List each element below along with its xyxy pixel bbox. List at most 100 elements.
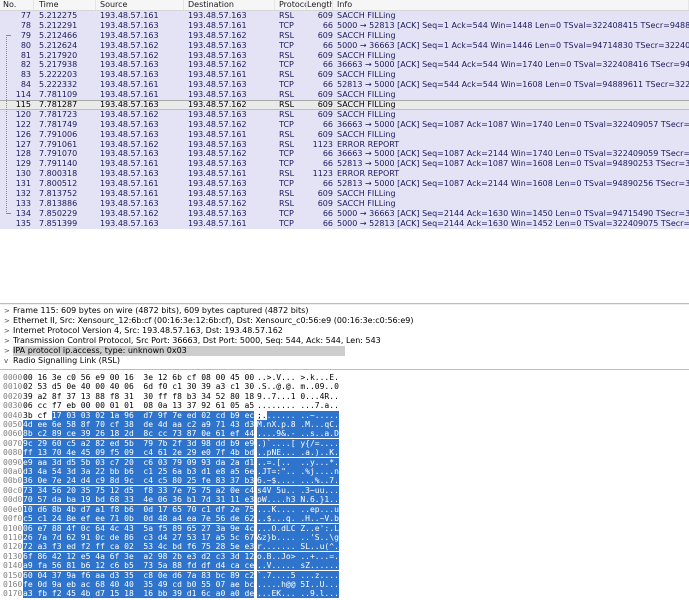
hex-bytes[interactable]: 00 16 3e c0 56 e9 00 16 3e 12 6b cf 08 0…: [23, 373, 254, 382]
hex-ascii[interactable]: o.B..Jo> ..+...=.: [257, 552, 339, 561]
hex-dump-pane[interactable]: 000000 16 3e c0 56 e9 00 16 3e 12 6b cf …: [0, 373, 689, 600]
hex-bytes[interactable]: 8b c2 89 ce 39 26 18 2d 8c cc 73 87 0e 6…: [23, 429, 254, 438]
detail-row[interactable]: >Internet Protocol Version 4, Src: 193.4…: [0, 326, 689, 336]
packet-row[interactable]: 1307.800318193.48.57.163193.48.57.161RSL…: [0, 169, 689, 179]
hex-row[interactable]: 010006 e7 88 4f 0c 64 4c 43 5a f5 89 65 …: [0, 524, 689, 533]
hex-ascii[interactable]: `.7....5 ...z....: [257, 571, 339, 580]
packet-row[interactable]: 1287.791070193.48.57.163193.48.57.162TCP…: [0, 149, 689, 159]
hex-bytes[interactable]: 3b cf 17 03 03 02 1a 96 d7 9f 7e ed 02 c…: [23, 411, 254, 420]
hex-ascii[interactable]: M.nX.p.8 .M...qC.: [257, 420, 339, 429]
hex-row[interactable]: 00608b c2 89 ce 39 26 18 2d 8c cc 73 87 …: [0, 429, 689, 438]
hex-row[interactable]: 000000 16 3e c0 56 e9 00 16 3e 12 6b cf …: [0, 373, 689, 382]
hex-bytes[interactable]: 36 0e 7e 24 d4 c9 8d 9c c4 c5 80 25 fe 8…: [23, 476, 254, 485]
hex-ascii[interactable]: pW....h3 N.6.}1..: [257, 495, 339, 504]
hex-ascii[interactable]: ....9&.- ..s..a.D: [257, 429, 339, 438]
packet-row[interactable]: 1337.813886193.48.57.163193.48.57.162RSL…: [0, 199, 689, 209]
hex-ascii[interactable]: r....... SL..u(^.: [257, 542, 339, 551]
column-header-destination[interactable]: Destination: [184, 0, 275, 10]
column-header-source[interactable]: Source: [96, 0, 184, 10]
detail-row[interactable]: >Ethernet II, Src: Xensourc_12:6b:cf (00…: [0, 316, 689, 326]
hex-row[interactable]: 0160fe 0d 9a eb ac 68 40 40 35 49 cd b0 …: [0, 580, 689, 589]
hex-bytes[interactable]: 6f 86 42 12 e5 4a 6f 3e a2 98 2b e3 d2 c…: [23, 552, 254, 561]
hex-bytes[interactable]: ff 13 70 4e 45 09 f5 09 c4 61 2e 29 e0 7…: [23, 448, 254, 457]
hex-ascii[interactable]: ...K.... ..ep...u: [257, 505, 339, 514]
hex-row[interactable]: 00b036 0e 7e 24 d4 c9 8d 9c c4 c5 80 25 …: [0, 476, 689, 485]
hex-bytes[interactable]: e9 aa 3d d5 5b 03 c7 20 c6 03 79 09 93 d…: [23, 458, 254, 467]
expander-closed-icon[interactable]: >: [4, 326, 10, 336]
hex-ascii[interactable]: .)`....[ y{/=....: [257, 439, 339, 448]
hex-row[interactable]: 00d070 57 da ba 19 bd 68 33 4e 06 36 b1 …: [0, 495, 689, 504]
hex-row[interactable]: 00a0d3 4a 54 3d 3a 22 bb b6 c1 25 6a b3 …: [0, 467, 689, 476]
detail-row[interactable]: >Transmission Control Protocol, Src Port…: [0, 336, 689, 346]
pane-splitter-bottom[interactable]: [0, 369, 689, 370]
hex-row[interactable]: 00709c 29 60 c5 a2 82 ed 5b 79 7b 2f 3d …: [0, 439, 689, 448]
hex-ascii[interactable]: ...O.dLC Z..e':.L: [257, 524, 339, 533]
hex-ascii[interactable]: 6.~$.... ...%..7.: [257, 476, 339, 485]
packet-row[interactable]: 1347.850229193.48.57.162193.48.57.163TCP…: [0, 209, 689, 219]
packet-row[interactable]: 1277.791061193.48.57.162193.48.57.163RSL…: [0, 140, 689, 150]
hex-bytes[interactable]: 26 7a 7d 62 91 0c de 86 c3 d4 27 53 17 a…: [23, 533, 254, 542]
hex-row[interactable]: 00c073 34 56 20 35 75 12 d5 f8 33 7e 75 …: [0, 486, 689, 495]
column-header-info[interactable]: Info: [333, 0, 689, 10]
hex-row[interactable]: 001002 53 d5 0e 40 00 40 06 6d f0 c1 30 …: [0, 382, 689, 391]
expander-closed-icon[interactable]: >: [4, 316, 10, 326]
packet-row[interactable]: 805.212624193.48.57.162193.48.57.163TCP6…: [0, 41, 689, 51]
packet-row[interactable]: 785.212291193.48.57.163193.48.57.161TCP6…: [0, 21, 689, 31]
hex-bytes[interactable]: a3 fb f2 45 4b d7 15 18 16 bb 39 d1 6c a…: [23, 589, 254, 598]
hex-ascii[interactable]: .S..@.@. m..09..0: [257, 382, 339, 391]
hex-ascii[interactable]: ........ ...7.a..: [257, 401, 339, 410]
hex-bytes[interactable]: 02 53 d5 0e 40 00 40 06 6d f0 c1 30 39 a…: [23, 382, 254, 391]
packet-details-pane[interactable]: >Frame 115: 609 bytes on wire (4872 bits…: [0, 306, 689, 368]
packet-list-header[interactable]: No. Time Source Destination Protocol Len…: [0, 0, 689, 11]
packet-row[interactable]: 1157.781287193.48.57.163193.48.57.162RSL…: [0, 100, 689, 110]
hex-ascii[interactable]: ..$...q. .H..~V.b: [257, 514, 339, 523]
packet-row[interactable]: 1147.781109193.48.57.161193.48.57.163RSL…: [0, 90, 689, 100]
hex-row[interactable]: 0170a3 fb f2 45 4b d7 15 18 16 bb 39 d1 …: [0, 589, 689, 598]
column-header-time[interactable]: Time: [34, 0, 96, 10]
hex-row[interactable]: 00f0c5 c1 24 8e ef ee 71 0b 0d 48 a4 ea …: [0, 514, 689, 523]
expander-open-icon[interactable]: v: [4, 356, 8, 366]
packet-row[interactable]: 775.212275193.48.57.161193.48.57.163RSL6…: [0, 11, 689, 21]
hex-bytes[interactable]: 06 e7 88 4f 0c 64 4c 43 5a f5 89 65 27 3…: [23, 524, 254, 533]
hex-row[interactable]: 002039 a2 8f 37 13 88 f8 31 30 ff f8 b3 …: [0, 392, 689, 401]
packet-row[interactable]: 815.217920193.48.57.162193.48.57.163RSL6…: [0, 51, 689, 61]
packet-row[interactable]: 1297.791140193.48.57.161193.48.57.163TCP…: [0, 159, 689, 169]
hex-row[interactable]: 012072 a3 f3 ed f2 ff ca 02 53 4c bd f6 …: [0, 542, 689, 551]
packet-row[interactable]: 845.222332193.48.57.161193.48.57.163TCP6…: [0, 80, 689, 90]
packet-row[interactable]: 835.222203193.48.57.163193.48.57.161RSL6…: [0, 70, 689, 80]
hex-ascii[interactable]: ;....... ..~.....: [257, 411, 339, 420]
packet-row[interactable]: 825.217938193.48.57.163193.48.57.162TCP6…: [0, 60, 689, 70]
hex-bytes[interactable]: 60 04 37 9a f6 aa d3 35 c8 0e d6 7a 83 b…: [23, 571, 254, 580]
hex-row[interactable]: 0090e9 aa 3d d5 5b 03 c7 20 c6 03 79 09 …: [0, 458, 689, 467]
hex-bytes[interactable]: 39 a2 8f 37 13 88 f8 31 30 ff f8 b3 34 5…: [23, 392, 254, 401]
packet-row[interactable]: 1357.851399193.48.57.163193.48.57.161TCP…: [0, 219, 689, 229]
hex-bytes[interactable]: 9c 29 60 c5 a2 82 ed 5b 79 7b 2f 3d 98 d…: [23, 439, 254, 448]
hex-ascii[interactable]: .....h@@ 5I..U...: [257, 580, 339, 589]
hex-row[interactable]: 0140a9 fa 56 81 b6 12 c6 b5 73 5a 88 fd …: [0, 561, 689, 570]
packet-row[interactable]: 1207.781723193.48.57.162193.48.57.163RSL…: [0, 110, 689, 120]
hex-bytes[interactable]: c5 c1 24 8e ef ee 71 0b 0d 48 a4 ea 7e 5…: [23, 514, 254, 523]
hex-ascii[interactable]: ..=.[.. ..y...*.: [257, 458, 339, 467]
packet-list-pane[interactable]: No. Time Source Destination Protocol Len…: [0, 0, 689, 302]
detail-row[interactable]: >IPA protocol ip.access, type: unknown 0…: [0, 346, 689, 356]
expander-closed-icon[interactable]: >: [4, 346, 10, 356]
pane-splitter-top[interactable]: [0, 303, 689, 305]
hex-row[interactable]: 00403b cf 17 03 03 02 1a 96 d7 9f 7e ed …: [0, 411, 689, 420]
hex-ascii[interactable]: ..pNE... .a.)..K.: [257, 448, 339, 457]
hex-row[interactable]: 0080ff 13 70 4e 45 09 f5 09 c4 61 2e 29 …: [0, 448, 689, 457]
hex-row[interactable]: 011026 7a 7d 62 91 0c de 86 c3 d4 27 53 …: [0, 533, 689, 542]
hex-bytes[interactable]: 4d ee 6e 58 8f 70 cf 38 de 4d aa c2 a9 7…: [23, 420, 254, 429]
hex-bytes[interactable]: 73 34 56 20 35 75 12 d5 f8 33 7e 75 75 a…: [23, 486, 254, 495]
column-header-protocol[interactable]: Protocol: [275, 0, 307, 10]
hex-ascii[interactable]: ...EK... ..9.l...: [257, 589, 339, 598]
expander-closed-icon[interactable]: >: [4, 306, 10, 316]
column-header-no[interactable]: No.: [0, 0, 34, 10]
packet-row[interactable]: 1267.791006193.48.57.163193.48.57.161RSL…: [0, 130, 689, 140]
hex-ascii[interactable]: .JT=:".. .%j....n: [257, 467, 339, 476]
hex-row[interactable]: 01306f 86 42 12 e5 4a 6f 3e a2 98 2b e3 …: [0, 552, 689, 561]
hex-bytes[interactable]: fe 0d 9a eb ac 68 40 40 35 49 cd b0 55 0…: [23, 580, 254, 589]
hex-ascii[interactable]: s4V 5u.. .3~uu...: [257, 486, 339, 495]
packet-row[interactable]: 1327.813752193.48.57.161193.48.57.163RSL…: [0, 189, 689, 199]
hex-row[interactable]: 015060 04 37 9a f6 aa d3 35 c8 0e d6 7a …: [0, 571, 689, 580]
packet-row[interactable]: 1227.781749193.48.57.163193.48.57.162TCP…: [0, 120, 689, 130]
